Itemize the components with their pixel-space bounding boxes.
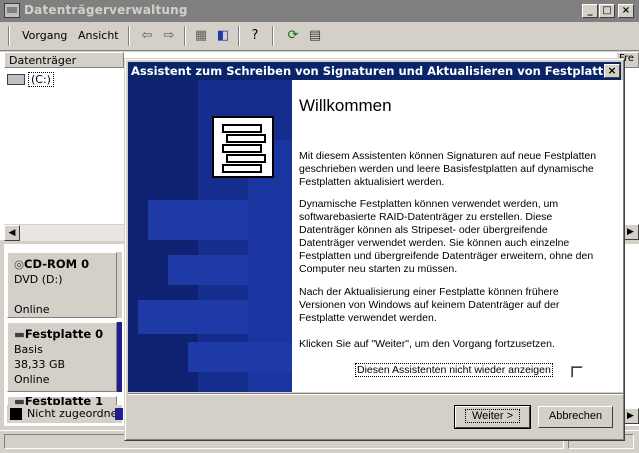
disk-type: DVD (D:) <box>14 273 63 286</box>
drive-icon <box>7 74 25 85</box>
disk-name: ▬Festplatte 0 <box>14 327 104 341</box>
dialog-separator <box>128 393 623 395</box>
disk-separator <box>117 252 122 318</box>
legend-primary-swatch <box>115 408 123 420</box>
disk-management-app-icon <box>4 3 20 18</box>
disk-type: Basis <box>14 343 43 356</box>
main-title-bar[interactable]: Datenträgerverwaltung _ □ × <box>0 0 639 22</box>
disk-box-festplatte-0[interactable]: ▬Festplatte 0 Basis 38,33 GB Online <box>7 322 117 392</box>
refresh-icon[interactable]: ⟳ <box>284 27 302 45</box>
close-button[interactable]: × <box>618 4 634 18</box>
disk-box-cdrom-0[interactable]: ◎CD-ROM 0 DVD (D:) Online <box>7 252 117 318</box>
legend-unallocated-label: Nicht zugeordnet <box>27 407 122 420</box>
dont-show-again-label[interactable]: Diesen Assistenten nicht wieder anzeigen <box>355 363 553 377</box>
disk-name: ◎CD-ROM 0 <box>14 257 90 271</box>
menu-toolbar: Vorgang Ansicht ⇦ ⇨ ▦ ◧ ? ⟳ ▤ <box>0 22 639 51</box>
cdrom-icon: ◎ <box>14 257 25 271</box>
toolbar-separator <box>272 26 274 46</box>
disk-stack-icon <box>212 116 274 178</box>
forward-arrow-icon[interactable]: ⇨ <box>160 27 178 45</box>
dialog-title: Assistent zum Schreiben von Signaturen u… <box>131 64 620 78</box>
next-button[interactable]: Weiter > <box>454 405 531 429</box>
wizard-side-banner <box>128 80 292 392</box>
disk-status: Online <box>14 303 50 316</box>
window-title: Datenträgerverwaltung <box>24 3 188 17</box>
wizard-paragraph-2: Dynamische Festplatten können verwendet … <box>299 198 594 275</box>
legend: Nicht zugeordnet <box>7 405 122 423</box>
wizard-paragraph-1: Mit diesem Assistenten können Signaturen… <box>299 150 597 188</box>
dialog-close-button[interactable]: × <box>604 64 620 78</box>
wizard-dialog: Assistent zum Schreiben von Signaturen u… <box>124 58 625 441</box>
horizontal-scrollbar[interactable]: ◀ <box>4 224 126 241</box>
disk-size: 38,33 GB <box>14 358 66 371</box>
cancel-button[interactable]: Abbrechen <box>538 406 613 428</box>
wizard-paragraph-3: Nach der Aktualisierung einer Festplatte… <box>299 286 560 324</box>
minimize-button[interactable]: _ <box>582 4 598 18</box>
harddisk-icon: ▬ <box>14 327 25 341</box>
maximize-button[interactable]: □ <box>599 4 615 18</box>
menu-vorgang[interactable]: Vorgang <box>22 29 67 42</box>
volume-label: (C:) <box>28 72 54 87</box>
toolbar-separator <box>128 26 130 46</box>
dialog-title-bar[interactable]: Assistent zum Schreiben von Signaturen u… <box>128 62 621 80</box>
legend-unallocated-swatch <box>10 408 22 420</box>
help-icon[interactable]: ? <box>246 27 264 45</box>
rescan-icon[interactable]: ▤ <box>306 27 324 45</box>
dont-show-again-checkbox[interactable] <box>571 366 583 378</box>
wizard-heading: Willkommen <box>299 96 392 115</box>
menu-ansicht[interactable]: Ansicht <box>78 29 119 42</box>
scroll-left-icon[interactable]: ◀ <box>4 225 20 241</box>
disk-size <box>14 288 110 301</box>
wizard-paragraph-4: Klicken Sie auf "Weiter", um den Vorgang… <box>299 338 555 350</box>
properties-icon[interactable]: ◧ <box>214 27 232 45</box>
disk-status: Online <box>14 373 50 386</box>
column-header-datentraeger[interactable]: Datenträger <box>4 52 124 68</box>
folder-icon[interactable]: ▦ <box>192 27 210 45</box>
dont-show-again-row[interactable]: Diesen Assistenten nicht wieder anzeigen <box>355 363 553 377</box>
volume-row-c[interactable]: (C:) <box>7 72 54 87</box>
toolbar-grip <box>8 26 10 46</box>
back-arrow-icon[interactable]: ⇦ <box>138 27 156 45</box>
toolbar-separator <box>238 26 240 46</box>
partition-stripe <box>117 322 122 392</box>
toolbar-separator <box>184 26 186 46</box>
